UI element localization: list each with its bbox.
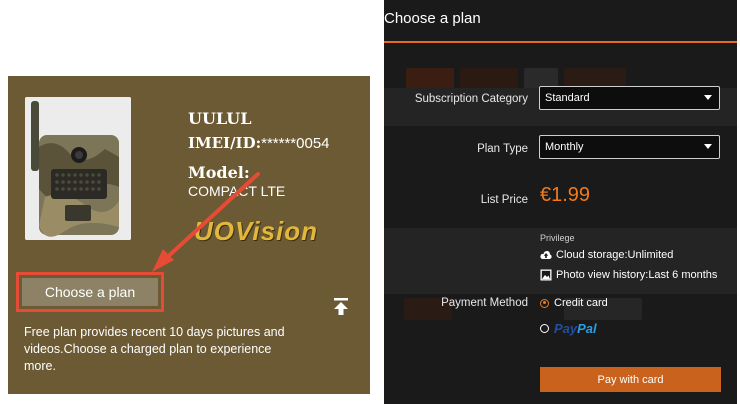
payment-option-credit[interactable]: Credit card xyxy=(540,297,608,309)
credit-card-label: Credit card xyxy=(554,297,608,309)
list-price-value: €1.99 xyxy=(540,184,591,206)
chevron-down-icon xyxy=(704,95,712,100)
plan-type-label: Plan Type xyxy=(477,143,528,155)
imei-label: IMEI/ID: xyxy=(188,134,262,152)
privilege-item-history: Photo view history:Last 6 months xyxy=(540,269,717,281)
cloud-upload-icon xyxy=(540,251,552,259)
model-label: Model: xyxy=(188,163,250,182)
list-price-label: List Price xyxy=(480,194,528,206)
dialog-title: Choose a plan xyxy=(384,10,481,27)
choose-plan-dialog: Choose a plan Subscription Category Stan… xyxy=(384,0,737,404)
radio-selected-icon[interactable] xyxy=(540,298,549,308)
imei-row: IMEI/ID:******0054 xyxy=(188,134,330,152)
payment-option-paypal[interactable]: PayPal xyxy=(540,321,597,336)
radio-unselected-icon[interactable] xyxy=(540,324,549,333)
pay-with-card-button[interactable]: Pay with card xyxy=(540,367,721,392)
model-value: COMPACT LTE xyxy=(188,183,286,199)
paypal-logo: PayPal xyxy=(554,321,597,336)
device-card: UULUL IMEI/ID:******0054 Model: COMPACT … xyxy=(8,76,370,394)
plan-type-select[interactable]: Monthly xyxy=(539,135,720,159)
trail-camera-image xyxy=(25,97,131,240)
privilege-history-text: Photo view history:Last 6 months xyxy=(556,269,718,281)
payment-method-label: Payment Method xyxy=(441,297,528,309)
privilege-item-cloud: Cloud storage:Unlimited xyxy=(540,249,673,261)
imei-value: ******0054 xyxy=(261,135,330,152)
title-divider xyxy=(384,41,737,43)
subscription-category-select[interactable]: Standard xyxy=(539,86,720,110)
choose-plan-highlight: Choose a plan xyxy=(16,272,164,312)
subscription-category-label: Subscription Category xyxy=(414,93,528,105)
brand-logo: UOVision xyxy=(194,216,319,246)
subscription-category-value: Standard xyxy=(545,92,590,104)
free-plan-note: Free plan provides recent 10 days pictur… xyxy=(24,325,285,373)
scroll-to-top-icon[interactable] xyxy=(333,298,349,321)
chevron-down-icon xyxy=(704,144,712,149)
device-name: UULUL xyxy=(188,109,252,128)
plan-type-value: Monthly xyxy=(545,141,584,153)
photo-icon xyxy=(540,269,552,281)
privilege-label: Privilege xyxy=(540,233,575,243)
choose-plan-button[interactable]: Choose a plan xyxy=(22,278,158,306)
privilege-cloud-text: Cloud storage:Unlimited xyxy=(556,249,674,261)
